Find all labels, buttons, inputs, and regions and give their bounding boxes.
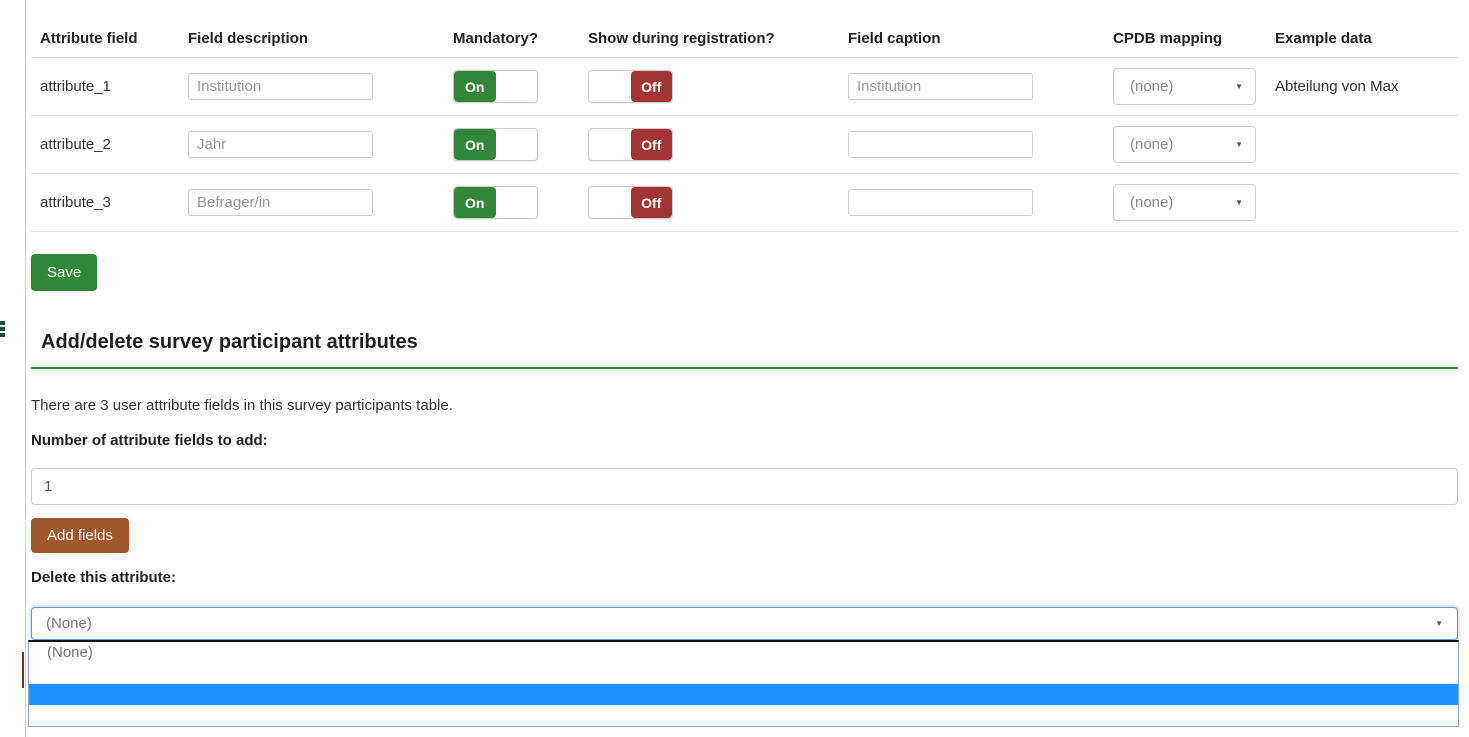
dropdown-option[interactable] [29,663,1458,684]
section-heading: Add/delete survey participant attributes [31,329,1458,369]
cpdb-mapping-value: (none) [1130,78,1174,95]
delete-attribute-select[interactable]: (None) ▼ [31,607,1458,640]
chevron-down-icon: ▼ [1235,140,1243,149]
attribute-count-info: There are 3 user attribute fields in thi… [31,397,453,414]
attribute-name: attribute_2 [40,136,111,153]
field-caption-input[interactable] [848,131,1033,158]
show-registration-toggle[interactable]: Off [588,70,673,103]
attributes-table: Attribute field Field description Mandat… [31,0,1458,232]
delete-attribute-label: Delete this attribute: [31,569,177,586]
mandatory-toggle[interactable]: On [453,70,538,103]
toggle-on-label: On [454,187,496,218]
header-example-data: Example data [1275,30,1372,47]
header-cpdb-mapping: CPDB mapping [1113,30,1223,47]
example-data: Abteilung von Max [1275,78,1399,95]
table-row: attribute_3 On Off (none) ▼ [31,174,1458,232]
toggle-blank-half [496,71,538,102]
table-row: attribute_2 On Off (none) ▼ [31,116,1458,174]
grip-bar-icon [0,327,5,331]
delete-attribute-dropdown: (None) [28,640,1459,727]
field-caption-input[interactable] [848,73,1033,100]
add-fields-button[interactable]: Add fields [31,518,129,553]
header-mandatory: Mandatory? [453,30,539,47]
toggle-off-label: Off [630,71,672,102]
toggle-blank-half [589,187,631,218]
chevron-down-icon: ▼ [1235,198,1243,207]
header-field-description: Field description [188,30,309,47]
toggle-blank-half [589,129,631,160]
field-description-input[interactable] [188,73,373,100]
cpdb-mapping-select[interactable]: (none) ▼ [1113,68,1256,105]
sidebar-toggle-grip[interactable] [0,321,5,343]
mandatory-toggle[interactable]: On [453,128,538,161]
field-caption-input[interactable] [848,189,1033,216]
cpdb-mapping-select[interactable]: (none) ▼ [1113,184,1256,221]
grip-bar-icon [0,333,5,337]
header-field-caption: Field caption [848,30,941,47]
mandatory-toggle[interactable]: On [453,186,538,219]
toggle-on-label: On [454,71,496,102]
header-attribute-field: Attribute field [40,30,138,47]
cpdb-mapping-value: (none) [1130,194,1174,211]
table-row: attribute_1 On Off (none) ▼ [31,58,1458,116]
toggle-off-label: Off [630,129,672,160]
add-count-label: Number of attribute fields to add: [31,432,268,449]
panel-left-border [25,0,26,737]
table-header-row: Attribute field Field description Mandat… [31,20,1458,58]
chevron-down-icon: ▼ [1435,619,1443,628]
show-registration-toggle[interactable]: Off [588,128,673,161]
attribute-name: attribute_1 [40,78,111,95]
render-artifact-sliver [22,652,24,688]
toggle-off-label: Off [630,187,672,218]
chevron-down-icon: ▼ [1235,82,1243,91]
grip-bar-icon [0,321,5,325]
field-description-input[interactable] [188,131,373,158]
dropdown-option[interactable] [29,705,1458,726]
field-description-input[interactable] [188,189,373,216]
header-show-during-registration: Show during registration? [588,30,775,47]
dropdown-option-highlighted[interactable] [29,684,1458,705]
add-count-input[interactable] [31,468,1458,505]
toggle-blank-half [589,71,631,102]
delete-attribute-select-value: (None) [46,615,92,632]
toggle-on-label: On [454,129,496,160]
main-content: Attribute field Field description Mandat… [28,0,1459,727]
cpdb-mapping-value: (none) [1130,136,1174,153]
toggle-blank-half [496,187,538,218]
toggle-blank-half [496,129,538,160]
dropdown-option-none[interactable]: (None) [29,642,1458,663]
save-button[interactable]: Save [31,254,98,291]
attribute-name: attribute_3 [40,194,111,211]
cpdb-mapping-select[interactable]: (none) ▼ [1113,126,1256,163]
show-registration-toggle[interactable]: Off [588,186,673,219]
